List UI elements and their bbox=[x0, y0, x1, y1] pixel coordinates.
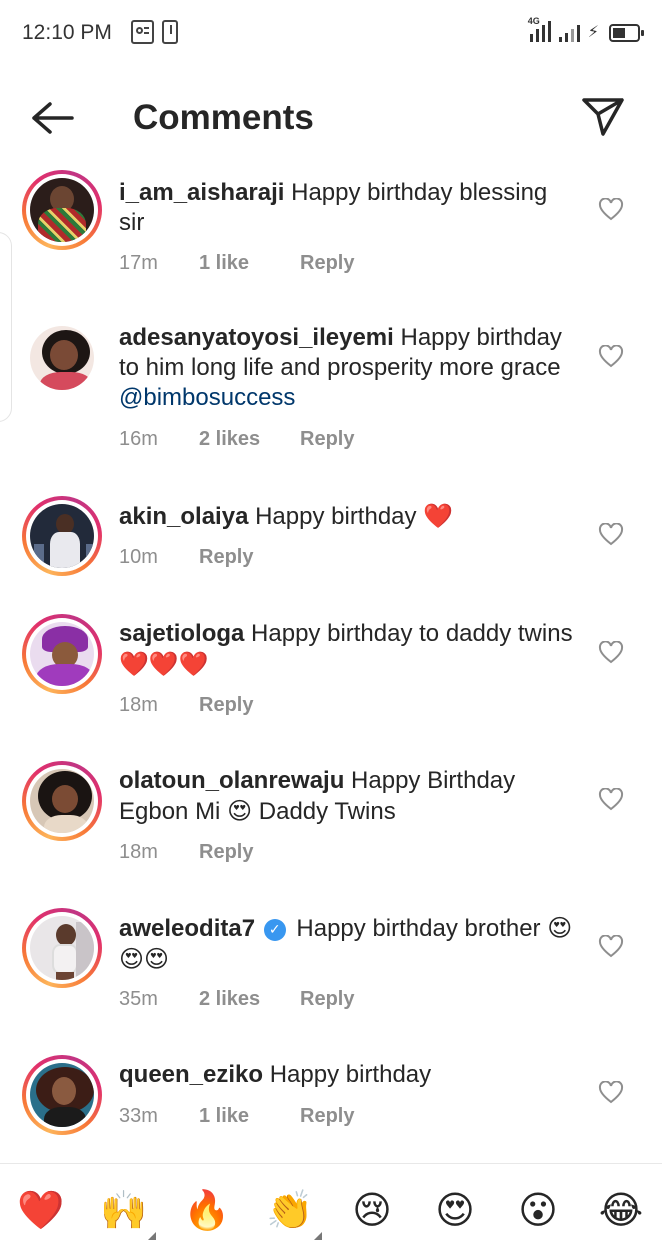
status-time: 12:10 PM bbox=[22, 21, 112, 44]
battery-icon bbox=[609, 24, 644, 42]
comment-username[interactable]: akin_olaiya bbox=[119, 503, 248, 530]
comment-time: 35m bbox=[119, 988, 158, 1010]
comment-text: akin_olaiya Happy birthday ❤️ bbox=[119, 501, 579, 532]
comment-username[interactable]: i_am_aisharaji bbox=[119, 179, 284, 206]
reply-button[interactable]: Reply bbox=[199, 546, 253, 569]
verified-badge-icon: ✓ bbox=[263, 919, 286, 941]
comment-username[interactable]: queen_eziko bbox=[119, 1061, 263, 1088]
comment-body: Happy birthday bbox=[269, 1061, 432, 1088]
reply-button[interactable]: Reply bbox=[199, 841, 253, 864]
avatar[interactable] bbox=[22, 614, 102, 694]
heart-outline-icon[interactable] bbox=[598, 1080, 624, 1105]
comment-body: Happy birthday to daddy twins bbox=[251, 620, 573, 647]
signal-icon: 4G bbox=[528, 16, 551, 42]
avatar[interactable] bbox=[22, 1055, 102, 1135]
avatar[interactable] bbox=[22, 761, 102, 841]
heart-outline-icon[interactable] bbox=[598, 640, 624, 665]
comment-meta: 18m Reply bbox=[119, 694, 253, 717]
heart-outline-icon[interactable] bbox=[598, 522, 624, 547]
clapping-hands-icon[interactable]: 👏 bbox=[264, 1184, 322, 1240]
avatar[interactable] bbox=[22, 496, 102, 576]
signal-icon-2 bbox=[558, 20, 580, 42]
header: Comments bbox=[0, 64, 662, 169]
crying-face-icon[interactable]: 😢 bbox=[346, 1184, 398, 1236]
comment-likes[interactable]: 2 likes bbox=[199, 428, 300, 451]
raising-hands-icon[interactable]: 🙌 bbox=[98, 1184, 156, 1240]
radio-icon bbox=[131, 20, 154, 44]
comment-body-continued: Daddy Twins bbox=[258, 798, 396, 825]
comment-username[interactable]: adesanyatoyosi_ileyemi bbox=[119, 324, 394, 351]
comment-time: 17m bbox=[119, 252, 158, 274]
comment-text: olatoun_olanrewaju Happy Birthday Egbon … bbox=[119, 766, 579, 827]
page-title: Comments bbox=[133, 98, 314, 137]
edge-panel-handle[interactable] bbox=[0, 232, 12, 422]
comment-meta: 10m Reply bbox=[119, 546, 253, 569]
comment-text: queen_eziko Happy birthday bbox=[119, 1060, 579, 1090]
comment-meta: 17m 1 like Reply bbox=[119, 252, 354, 275]
status-notification-icons bbox=[131, 20, 178, 44]
surprised-face-icon[interactable]: 😮 bbox=[512, 1184, 564, 1236]
comment-username[interactable]: aweleodita7 bbox=[119, 915, 255, 942]
comment-emoji: ❤️❤️❤️ bbox=[119, 650, 209, 678]
avatar[interactable] bbox=[22, 170, 102, 250]
comment-username[interactable]: sajetiologa bbox=[119, 620, 244, 647]
paper-plane-icon[interactable] bbox=[578, 94, 628, 140]
comment-meta: 18m Reply bbox=[119, 841, 253, 864]
arrow-left-icon[interactable] bbox=[28, 98, 76, 138]
reply-button[interactable]: Reply bbox=[300, 428, 354, 451]
fire-icon[interactable]: 🔥 bbox=[181, 1184, 233, 1236]
comment-meta: 16m 2 likes Reply bbox=[119, 428, 354, 451]
heart-outline-icon[interactable] bbox=[598, 934, 624, 959]
heart-outline-icon[interactable] bbox=[598, 197, 624, 222]
comment-time: 10m bbox=[119, 546, 158, 568]
heart-eyes-icon[interactable]: 😍 bbox=[429, 1184, 481, 1236]
comment-text: i_am_aisharaji Happy birthday blessing s… bbox=[119, 178, 579, 238]
comment-username[interactable]: olatoun_olanrewaju bbox=[119, 767, 344, 794]
reply-button[interactable]: Reply bbox=[199, 694, 253, 717]
status-bar: 12:10 PM 4G ⚡ bbox=[0, 0, 662, 64]
comment-text: aweleodita7 ✓ Happy birthday brother 😍😍😍 bbox=[119, 913, 579, 975]
comment-mention[interactable]: @bimbosuccess bbox=[119, 384, 295, 411]
comment-time: 33m bbox=[119, 1105, 158, 1127]
comment-emoji: 😍 bbox=[227, 797, 253, 825]
quick-reaction-bar: ❤️ 🙌 🔥 👏 😢 😍 😮 😂 bbox=[0, 1163, 662, 1251]
comment-meta: 33m 1 like Reply bbox=[119, 1105, 354, 1128]
comment-meta: 35m 2 likes Reply bbox=[119, 988, 354, 1011]
comment-time: 18m bbox=[119, 694, 158, 716]
comment-likes[interactable]: 1 like bbox=[199, 252, 300, 275]
comment-body: Happy birthday brother bbox=[296, 915, 541, 942]
comment-likes[interactable]: 2 likes bbox=[199, 988, 300, 1011]
reply-button[interactable]: Reply bbox=[300, 252, 354, 275]
raising-hands-glyph: 🙌 bbox=[100, 1188, 148, 1232]
reply-button[interactable]: Reply bbox=[300, 988, 354, 1011]
comment-time: 16m bbox=[119, 428, 158, 450]
heart-outline-icon[interactable] bbox=[598, 344, 624, 369]
comment-time: 18m bbox=[119, 841, 158, 863]
comment-text: sajetiologa Happy birthday to daddy twin… bbox=[119, 619, 579, 680]
comment-text: adesanyatoyosi_ileyemi Happy birthday to… bbox=[119, 323, 579, 413]
heart-outline-icon[interactable] bbox=[598, 787, 624, 812]
charging-icon: ⚡ bbox=[587, 24, 599, 41]
comment-body: Happy birthday bbox=[255, 503, 417, 530]
network-type: 4G bbox=[527, 16, 540, 26]
comment-likes[interactable]: 1 like bbox=[199, 1105, 300, 1128]
clapping-hands-glyph: 👏 bbox=[266, 1188, 314, 1232]
red-heart-icon[interactable]: ❤️ bbox=[15, 1184, 67, 1236]
avatar[interactable] bbox=[22, 908, 102, 988]
skin-tone-corner-icon bbox=[314, 1232, 322, 1240]
skin-tone-corner-icon bbox=[148, 1232, 156, 1240]
status-system-icons: 4G ⚡ bbox=[528, 16, 644, 42]
download-icon bbox=[162, 20, 178, 44]
avatar[interactable] bbox=[22, 318, 102, 398]
reply-button[interactable]: Reply bbox=[300, 1105, 354, 1128]
comment-emoji: ❤️ bbox=[423, 502, 454, 530]
tears-of-joy-icon[interactable]: 😂 bbox=[595, 1184, 647, 1236]
